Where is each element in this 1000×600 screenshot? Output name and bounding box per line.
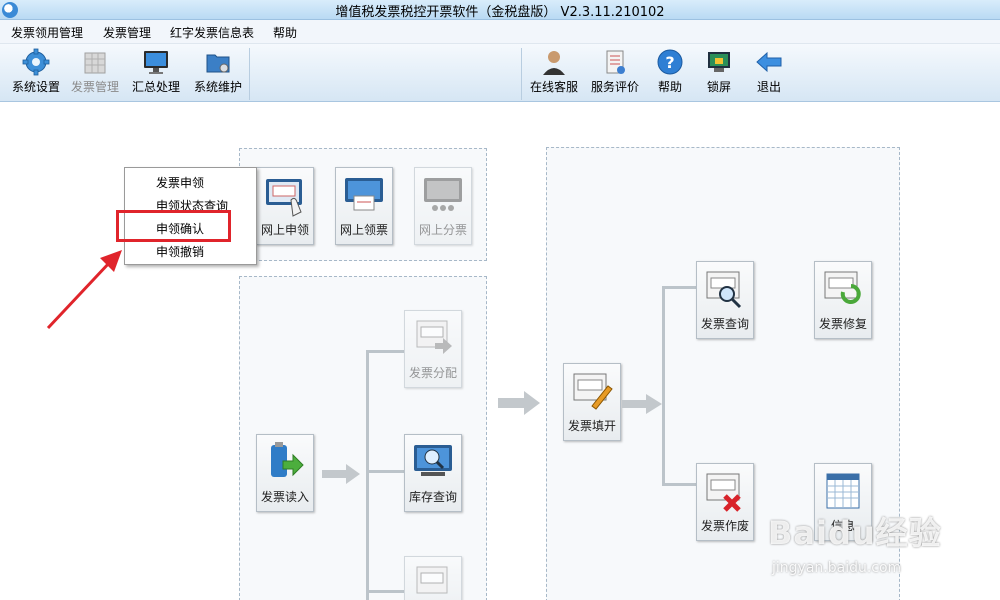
- exit-button[interactable]: 退出: [754, 48, 784, 95]
- flow-arrow: [622, 394, 662, 414]
- invoice-arrow-icon: [416, 320, 452, 354]
- title-bar: 增值税发票税控开票软件（金税盘版） V2.3.11.210102: [0, 0, 1000, 20]
- tile-label: 网上领票: [339, 223, 388, 237]
- lock-icon: [708, 52, 730, 72]
- toolbar-label: 系统维护: [193, 80, 242, 94]
- toolbar-label: 帮助: [657, 80, 682, 94]
- flow-branch-line: [662, 286, 696, 289]
- document-icon: [606, 50, 625, 74]
- invoice-cross-icon: [706, 473, 741, 512]
- menu-invoice-manage[interactable]: 发票管理: [103, 24, 151, 41]
- flow-arrow: [498, 391, 540, 415]
- stock-query-tile[interactable]: 库存查询: [404, 434, 462, 512]
- summary-button[interactable]: 汇总处理: [130, 48, 182, 95]
- toolbar-label: 服务评价: [590, 80, 639, 94]
- invoice-magnifier-icon: [706, 271, 742, 309]
- invoice-void-tile[interactable]: 发票作废: [696, 463, 754, 541]
- toolbar-label: 系统设置: [11, 80, 60, 94]
- system-settings-button[interactable]: 系统设置: [10, 48, 62, 95]
- monitor-icon: [144, 51, 168, 74]
- exit-arrow-icon: [756, 51, 782, 73]
- toolbar: 系统设置 发票管理 汇总处理 系统维护 在线客服 服务评价 ? 帮助 锁屏 退出: [0, 44, 1000, 102]
- menu-bar: 发票领用管理 发票管理 红字发票信息表 帮助: [0, 20, 1000, 44]
- menu-red-invoice[interactable]: 红字发票信息表: [170, 24, 254, 41]
- menu-help[interactable]: 帮助: [273, 24, 297, 41]
- invoice-read-tile[interactable]: 发票读入: [256, 434, 314, 512]
- flow-branch-line: [366, 350, 404, 353]
- invoice-return-tile[interactable]: [404, 556, 462, 600]
- toolbar-label: 锁屏: [706, 80, 731, 94]
- watermark-logo: Baidu经验: [768, 514, 942, 552]
- lock-screen-button[interactable]: 锁屏: [704, 48, 734, 95]
- invoice-refresh-icon: [824, 271, 861, 304]
- monitor-hand-icon: [266, 179, 302, 217]
- window-title: 增值税发票税控开票软件（金税盘版） V2.3.11.210102: [335, 5, 665, 20]
- annotation-arrow: [46, 250, 122, 330]
- dropdown-item-cancel[interactable]: 申领撤销: [156, 243, 204, 260]
- monitor-magnifier-icon: [414, 445, 452, 476]
- toolbar-label: 在线客服: [529, 80, 578, 94]
- online-service-button[interactable]: 在线客服: [527, 48, 581, 95]
- invoice-grid-icon: [84, 52, 106, 74]
- invoice-pen-icon: [573, 373, 613, 410]
- flow-branch-line: [366, 350, 369, 600]
- flow-branch-line: [366, 590, 404, 593]
- tile-label: 发票填开: [567, 419, 616, 433]
- folder-gear-icon: [206, 54, 230, 73]
- person-icon: [543, 51, 565, 75]
- flow-branch-line: [366, 470, 404, 473]
- tile-label: 网上分票: [418, 223, 467, 237]
- help-button[interactable]: ? 帮助: [654, 48, 686, 95]
- monitor-people-icon: [424, 178, 462, 211]
- menu-invoice-claim[interactable]: 发票领用管理: [11, 24, 83, 41]
- invoice-query-tile[interactable]: 发票查询: [696, 261, 754, 339]
- toolbar-label: 发票管理: [70, 80, 119, 94]
- tile-label: 发票作废: [700, 519, 749, 533]
- invoice-manage-button[interactable]: 发票管理: [69, 48, 121, 95]
- toolbar-separator: [249, 48, 250, 100]
- toolbar-separator: [521, 48, 522, 100]
- invoice-distribute-tile[interactable]: 发票分配: [404, 310, 462, 388]
- toolbar-label: 汇总处理: [131, 80, 180, 94]
- question-icon: ?: [657, 49, 683, 75]
- toolbar-label: 退出: [756, 80, 781, 94]
- highlight-box: [116, 210, 231, 242]
- svg-text:?: ?: [665, 53, 674, 72]
- usb-arrow-icon: [271, 442, 304, 477]
- invoice-fill-tile[interactable]: 发票填开: [563, 363, 621, 441]
- flow-branch-line: [662, 286, 665, 486]
- tile-label: 库存查询: [408, 490, 457, 504]
- tile-label: 发票修复: [818, 317, 867, 331]
- invoice-return-icon: [416, 566, 448, 594]
- dropdown-item-apply[interactable]: 发票申领: [156, 174, 204, 191]
- service-rating-button[interactable]: 服务评价: [588, 48, 642, 95]
- gear-icon: [22, 48, 50, 76]
- tile-label: 发票查询: [700, 317, 749, 331]
- flow-arrow: [322, 464, 360, 484]
- invoice-repair-tile[interactable]: 发票修复: [814, 261, 872, 339]
- monitor-invoice-icon: [345, 178, 383, 211]
- online-apply-tile[interactable]: 网上申领: [256, 167, 314, 245]
- online-receive-tile[interactable]: 网上领票: [335, 167, 393, 245]
- online-distribute-tile[interactable]: 网上分票: [414, 167, 472, 245]
- system-maintenance-button[interactable]: 系统维护: [191, 48, 245, 95]
- flow-branch-line: [662, 483, 696, 486]
- tile-label: 发票分配: [408, 366, 457, 380]
- tile-label: 网上申领: [260, 223, 309, 237]
- tile-label: 发票读入: [260, 490, 309, 504]
- watermark-url: jingyan.baidu.com: [772, 560, 902, 576]
